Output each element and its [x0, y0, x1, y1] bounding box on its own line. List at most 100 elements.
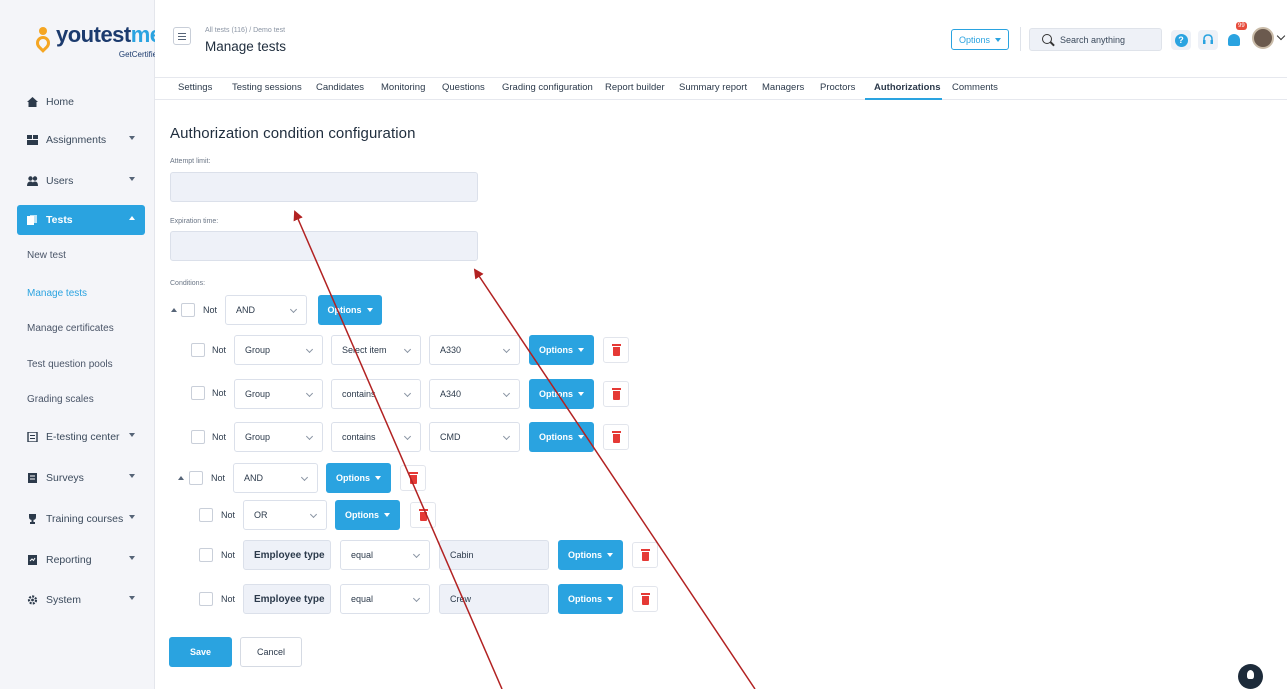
trash-icon [613, 391, 620, 400]
group-options-button[interactable]: Options [318, 295, 382, 325]
breadcrumb[interactable]: All tests (116) / Demo test [205, 27, 285, 34]
sidebar-item-reporting[interactable]: Reporting [17, 545, 145, 575]
not-checkbox[interactable] [199, 508, 213, 522]
not-checkbox[interactable] [191, 343, 205, 357]
trophy-icon [29, 514, 36, 524]
group-operator-select[interactable]: AND [225, 295, 307, 325]
collapse-group-icon[interactable] [178, 476, 184, 480]
sidebar-item-assignments[interactable]: Assignments [17, 125, 145, 155]
delete-button[interactable] [603, 424, 629, 450]
search-input[interactable]: Search anything [1029, 28, 1162, 51]
tab-candidates[interactable]: Candidates [316, 82, 364, 93]
operator-select[interactable]: equal [340, 584, 430, 614]
operator-select[interactable]: Select item [331, 335, 421, 365]
sidebar-item-training-courses[interactable]: Training courses [17, 504, 145, 534]
chevron-down-icon[interactable] [1276, 31, 1286, 41]
select-value: CMD [440, 432, 461, 442]
not-checkbox[interactable] [181, 303, 195, 317]
avatar[interactable] [1252, 27, 1274, 49]
sidebar-subitem-new-test[interactable]: New test [27, 250, 66, 261]
options-label: Options [568, 550, 602, 560]
field-input[interactable]: Employee type [243, 584, 331, 614]
annotation-arrow [473, 268, 756, 689]
tab-grading-configuration[interactable]: Grading configuration [502, 82, 593, 93]
tab-proctors[interactable]: Proctors [820, 82, 855, 93]
options-label: Options [336, 473, 370, 483]
tab-questions[interactable]: Questions [442, 82, 485, 93]
value-select[interactable]: CMD [429, 422, 520, 452]
lightbulb-help-icon[interactable] [1238, 664, 1263, 689]
delete-button[interactable] [632, 586, 658, 612]
save-button[interactable]: Save [169, 637, 232, 667]
delete-group-button[interactable] [410, 502, 436, 528]
operator-select[interactable]: equal [340, 540, 430, 570]
condition-options-button[interactable]: Options [529, 335, 594, 365]
reporting-icon [28, 555, 37, 565]
caret-down-icon [578, 435, 584, 439]
chevron-down-icon [403, 432, 412, 441]
tab-summary-report[interactable]: Summary report [679, 82, 747, 93]
group-operator-select[interactable]: AND [233, 463, 318, 493]
value-select[interactable]: A340 [429, 379, 520, 409]
sidebar-item-label: Tests [46, 214, 73, 226]
sidebar-subitem-manage-certificates[interactable]: Manage certificates [27, 323, 114, 334]
attempt-limit-input[interactable] [170, 172, 478, 202]
field-select[interactable]: Group [234, 422, 323, 452]
not-checkbox[interactable] [191, 430, 205, 444]
value-select[interactable]: A330 [429, 335, 520, 365]
tab-authorizations[interactable]: Authorizations [874, 82, 941, 93]
tab-settings[interactable]: Settings [178, 82, 212, 93]
delete-button[interactable] [632, 542, 658, 568]
trash-icon [613, 434, 620, 443]
sidebar-item-e-testing-center[interactable]: E-testing center [17, 422, 145, 452]
field-input[interactable]: Employee type [243, 540, 331, 570]
sidebar-item-system[interactable]: System [17, 585, 145, 615]
field-select[interactable]: Group [234, 379, 323, 409]
caret-down-icon [607, 597, 613, 601]
delete-button[interactable] [603, 381, 629, 407]
tab-comments[interactable]: Comments [952, 82, 998, 93]
not-checkbox[interactable] [199, 592, 213, 606]
logo-pin-icon [33, 27, 53, 53]
tab-managers[interactable]: Managers [762, 82, 804, 93]
field-select[interactable]: Group [234, 335, 323, 365]
support-button[interactable] [1198, 30, 1218, 50]
condition-options-button[interactable]: Options [558, 540, 623, 570]
group-operator-select[interactable]: OR [243, 500, 327, 530]
operator-select[interactable]: contains [331, 379, 421, 409]
not-checkbox[interactable] [199, 548, 213, 562]
value-input[interactable]: Crew [439, 584, 549, 614]
select-value: OR [254, 510, 268, 520]
sidebar-item-users[interactable]: Users [17, 166, 145, 196]
caret-down-icon [366, 308, 373, 312]
tab-monitoring[interactable]: Monitoring [381, 82, 425, 93]
sidebar-subitem-grading-scales[interactable]: Grading scales [27, 394, 94, 405]
tab-report-builder[interactable]: Report builder [605, 82, 665, 93]
logo[interactable]: youtestme GetCertified [33, 23, 162, 63]
delete-group-button[interactable] [400, 465, 426, 491]
condition-options-button[interactable]: Options [529, 379, 594, 409]
not-checkbox[interactable] [189, 471, 203, 485]
sidebar-item-home[interactable]: Home [17, 87, 145, 117]
delete-button[interactable] [603, 337, 629, 363]
operator-select[interactable]: contains [331, 422, 421, 452]
notifications-button[interactable] [1224, 30, 1244, 50]
header-options-button[interactable]: Options [951, 29, 1009, 50]
tab-testing-sessions[interactable]: Testing sessions [232, 82, 302, 93]
sidebar-item-surveys[interactable]: Surveys [17, 463, 145, 493]
collapse-group-icon[interactable] [171, 308, 177, 312]
not-checkbox[interactable] [191, 386, 205, 400]
sidebar-subitem-manage-tests[interactable]: Manage tests [27, 288, 87, 299]
value-input[interactable]: Cabin [439, 540, 549, 570]
condition-options-button[interactable]: Options [558, 584, 623, 614]
group-options-button[interactable]: Options [335, 500, 400, 530]
cancel-button[interactable]: Cancel [240, 637, 302, 667]
help-button[interactable]: ? [1171, 30, 1191, 50]
expiration-time-input[interactable] [170, 231, 478, 261]
chevron-down-icon [502, 345, 511, 354]
sidebar-item-tests[interactable]: Tests [17, 205, 145, 235]
group-options-button[interactable]: Options [326, 463, 391, 493]
menu-toggle-button[interactable] [173, 27, 191, 45]
condition-options-button[interactable]: Options [529, 422, 594, 452]
sidebar-subitem-question-pools[interactable]: Test question pools [27, 359, 113, 370]
